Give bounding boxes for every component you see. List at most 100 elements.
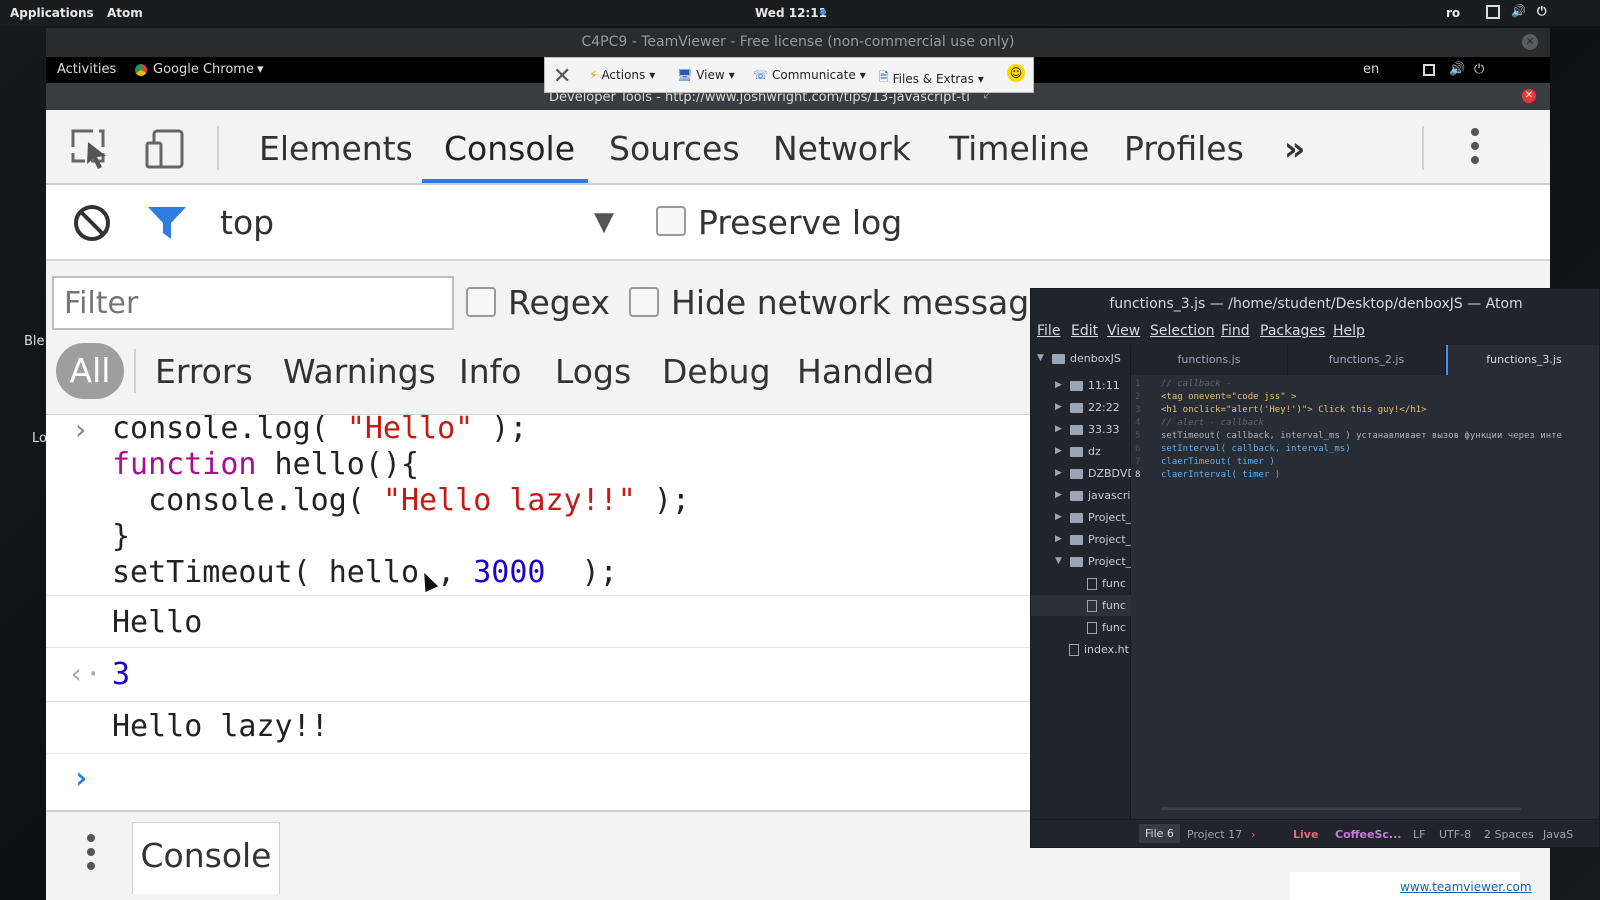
live-server[interactable]: Live — [1293, 828, 1318, 841]
kebab-menu-icon[interactable] — [86, 832, 96, 876]
actions-menu[interactable]: ⚡ Actions ▾ — [589, 68, 655, 82]
tab-network[interactable]: Network — [773, 129, 911, 168]
tree-label: 11:11 — [1088, 379, 1120, 392]
tab-sources[interactable]: Sources — [609, 129, 740, 168]
level-errors[interactable]: Errors — [155, 352, 253, 391]
level-all[interactable]: All — [56, 343, 124, 399]
volume-icon[interactable]: 🔊 — [1449, 62, 1465, 77]
tree-root[interactable]: ▼ denboxJS — [1037, 348, 1121, 369]
desktop-icon-label[interactable]: Lo — [32, 431, 47, 446]
encoding[interactable]: UTF-8 — [1439, 828, 1471, 841]
level-info[interactable]: Info — [459, 352, 521, 391]
menu-selection[interactable]: Selection — [1150, 323, 1215, 339]
kebab-menu-icon[interactable] — [1470, 126, 1480, 170]
horizontal-scrollbar[interactable] — [1161, 807, 1521, 810]
clear-console-icon[interactable] — [72, 203, 112, 243]
more-tabs-icon[interactable]: » — [1284, 129, 1305, 168]
tree-item[interactable]: ▼ Project_ — [1055, 551, 1131, 572]
tree-file[interactable]: func — [1087, 573, 1126, 594]
line-ending[interactable]: LF — [1413, 828, 1425, 841]
status-project[interactable]: Project 17 — [1187, 828, 1242, 841]
inspect-element-icon[interactable] — [70, 128, 112, 170]
teamviewer-title: C4PC9 - TeamViewer - Free license (non-c… — [46, 28, 1550, 57]
smiley-icon[interactable]: ☺ — [1007, 64, 1025, 82]
app-menu[interactable]: Google Chrome — [153, 62, 254, 77]
grammar[interactable]: JavaS — [1543, 828, 1573, 841]
tree-file[interactable]: func — [1087, 617, 1126, 638]
tree-file[interactable]: index.ht — [1069, 639, 1129, 660]
files-icon: 🗎 — [879, 70, 889, 84]
applications-menu[interactable]: Applications — [10, 6, 94, 20]
tree-item[interactable]: ▶ javascri — [1055, 485, 1130, 506]
tree-item[interactable]: ▶ Project_ — [1055, 529, 1131, 550]
input-line: function hello(){ — [112, 447, 420, 482]
filter-input[interactable] — [52, 276, 454, 330]
power-icon[interactable]: ⏻ — [1537, 4, 1547, 19]
preserve-log-checkbox[interactable] — [656, 206, 686, 236]
menu-packages[interactable]: Packages — [1260, 323, 1325, 339]
menu-file[interactable]: File — [1037, 323, 1060, 339]
activities-button[interactable]: Activities — [57, 62, 116, 77]
regex-label: Regex — [508, 283, 610, 322]
device-mode-icon[interactable] — [144, 128, 186, 170]
drawer-tab-console[interactable]: Console — [132, 822, 280, 894]
volume-icon[interactable]: 🔊 — [1511, 4, 1526, 18]
tab-functions-3-js[interactable]: functions_3.js — [1446, 345, 1599, 375]
screen-icon[interactable] — [1423, 64, 1435, 76]
context-select[interactable]: top — [220, 203, 274, 242]
prompt-icon[interactable]: › — [72, 761, 90, 796]
menu-view[interactable]: View — [1107, 323, 1140, 339]
tree-item[interactable]: ▶ 11:11 — [1055, 375, 1120, 396]
close-icon[interactable]: ✕ — [1522, 89, 1536, 103]
hide-network-checkbox[interactable] — [629, 287, 659, 317]
code-editor[interactable]: 1 // callback - 2 <tag onevent="code jss… — [1131, 375, 1599, 819]
tree-item[interactable]: ▶ 22:22 — [1055, 397, 1120, 418]
tree-item[interactable]: ▶ Project_ — [1055, 507, 1131, 528]
folder-icon — [1070, 402, 1083, 413]
chevron-down-icon[interactable]: ▼ — [594, 207, 614, 237]
atom-app-menu[interactable]: Atom — [107, 6, 143, 20]
level-handled[interactable]: Handled — [797, 352, 934, 391]
tab-functions-2-js[interactable]: functions_2.js — [1288, 345, 1446, 375]
tree-label: Project_ — [1088, 511, 1132, 524]
tab-console[interactable]: Console — [444, 129, 575, 168]
keyboard-lang[interactable]: ro — [1446, 6, 1460, 20]
menu-help[interactable]: Help — [1333, 323, 1365, 339]
filter-icon[interactable] — [146, 203, 188, 243]
monitor-icon: 🖥 — [677, 68, 693, 82]
level-warnings[interactable]: Warnings — [283, 352, 436, 391]
level-logs[interactable]: Logs — [555, 352, 631, 391]
coffeescript-status[interactable]: CoffeeSc... — [1335, 828, 1401, 841]
communicate-menu[interactable]: ☏ Communicate ▾ — [753, 68, 866, 82]
tab-functions-js[interactable]: functions.js — [1131, 345, 1288, 375]
teamviewer-link[interactable]: www.teamviewer.com — [1400, 880, 1532, 894]
tab-profiles[interactable]: Profiles — [1124, 129, 1244, 168]
menu-find[interactable]: Find — [1221, 323, 1250, 339]
close-icon[interactable]: ✕ — [1522, 34, 1538, 50]
lightning-icon: ⚡ — [589, 68, 598, 82]
regex-checkbox[interactable] — [466, 287, 496, 317]
tree-file[interactable]: func — [1031, 595, 1131, 616]
files-menu[interactable]: 🗎 Files & Extras ▾ — [879, 68, 984, 89]
close-icon[interactable]: ✕ — [553, 64, 571, 89]
divider — [134, 349, 136, 393]
tree-item[interactable]: ▶ dz — [1055, 441, 1101, 462]
clock[interactable]: Wed 12:11 — [755, 6, 827, 20]
file-tree: ▼ denboxJS ▶ 11:11 ▶ 22:22 ▶ 33.33 ▶ dz ▶ DZBD… — [1031, 345, 1136, 819]
view-menu[interactable]: 🖥 View ▾ — [677, 68, 735, 82]
tree-item[interactable]: ▶ DZBDVD — [1055, 463, 1136, 484]
tab-timeline[interactable]: Timeline — [949, 129, 1089, 168]
indentation[interactable]: 2 Spaces — [1484, 828, 1534, 841]
power-icon[interactable]: ⏻ — [1474, 62, 1484, 77]
screen-icon[interactable] — [1486, 5, 1500, 19]
line-number: 7 — [1135, 457, 1141, 467]
status-file[interactable]: File 6 — [1139, 824, 1180, 843]
divider — [1422, 126, 1424, 170]
tree-item[interactable]: ▶ 33.33 — [1055, 419, 1120, 440]
lang-indicator[interactable]: en — [1363, 62, 1379, 77]
menu-edit[interactable]: Edit — [1071, 323, 1098, 339]
files-label: Files & Extras — [892, 71, 974, 86]
desktop-icon-label[interactable]: Ble — [24, 334, 45, 349]
tab-elements[interactable]: Elements — [259, 129, 413, 168]
level-debug[interactable]: Debug — [662, 352, 771, 391]
